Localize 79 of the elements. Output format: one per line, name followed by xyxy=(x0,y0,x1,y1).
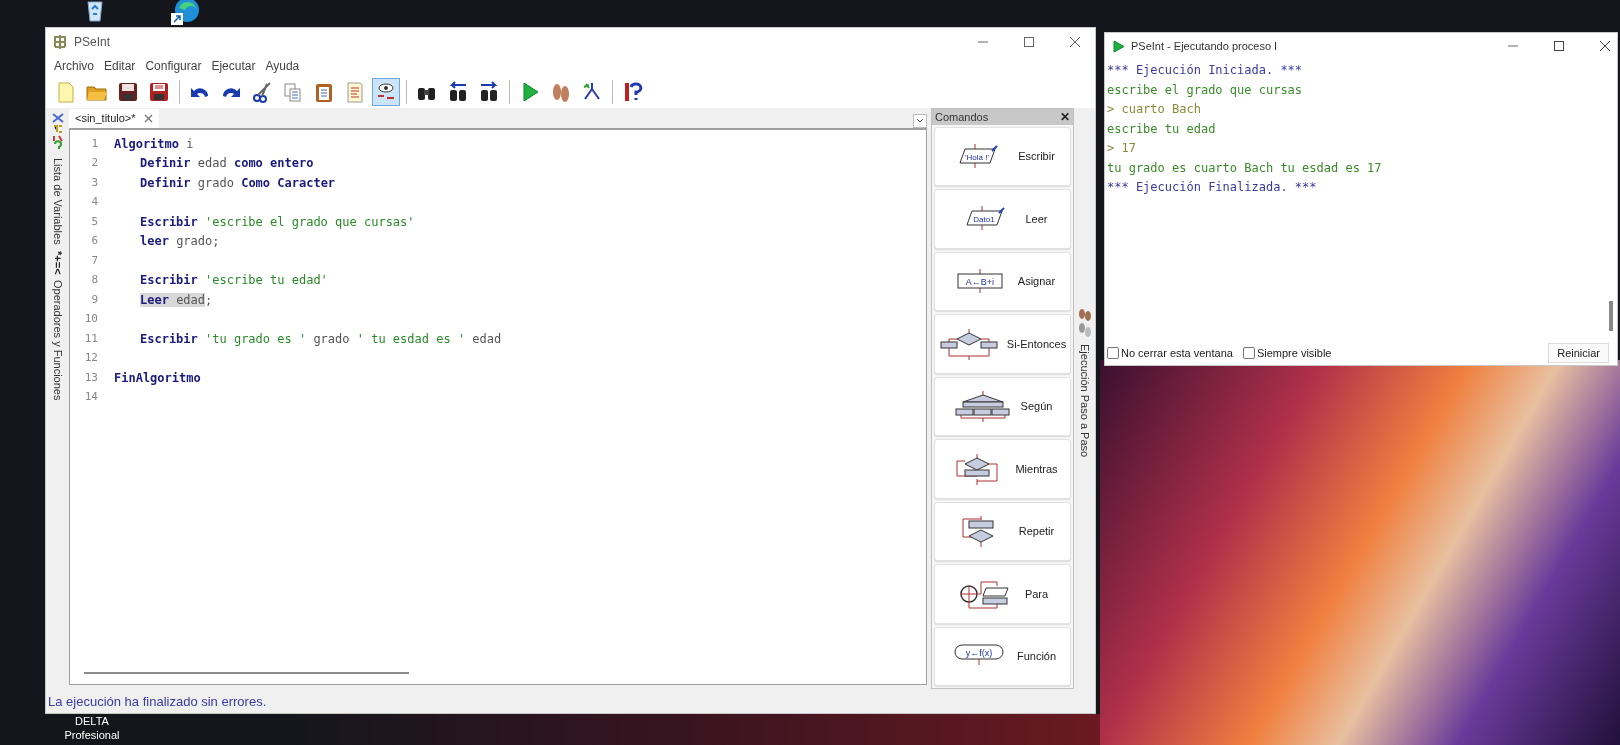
close-icon[interactable] xyxy=(143,114,153,123)
line-number: 4 xyxy=(90,194,98,210)
code-line: Escribir 'tu grado es ' grado ' tu esdad es ' edad xyxy=(139,330,502,348)
scrollbar-thumb[interactable] xyxy=(1609,301,1613,331)
variables-icon[interactable] xyxy=(50,112,65,152)
scrollbar-thumb[interactable] xyxy=(84,672,409,674)
line-number: 14 xyxy=(83,389,98,405)
code-line: FinAlgoritmo xyxy=(114,369,201,387)
status-message: La ejecución ha finalizado sin errores. xyxy=(48,693,267,712)
switch-flowchart-icon xyxy=(952,390,1013,423)
close-icon[interactable] xyxy=(1599,40,1611,52)
browser-icon[interactable] xyxy=(170,0,200,26)
editor-tab[interactable]: <sin_titulo>* xyxy=(69,109,159,128)
line-number: 7 xyxy=(90,252,98,269)
line-number: 3 xyxy=(90,174,98,191)
command-button[interactable]: Si-Entonces xyxy=(934,314,1071,374)
code-line: Definir edad como entero xyxy=(139,155,314,173)
command-button[interactable]: A←B+i Asignar xyxy=(934,251,1071,312)
dropdown-icon[interactable] xyxy=(913,114,927,128)
line-number: 8 xyxy=(90,272,98,288)
menu-item[interactable]: Editar xyxy=(100,57,140,75)
command-button[interactable]: Dato1 Leer xyxy=(934,189,1071,249)
checkbox-label[interactable]: Siempre visible xyxy=(1256,344,1332,362)
maximize-icon[interactable] xyxy=(1023,36,1035,48)
checkbox[interactable] xyxy=(1242,347,1255,359)
code-line: Algoritmo i xyxy=(114,135,194,153)
line-number: 12 xyxy=(83,350,98,366)
command-button[interactable]: Según xyxy=(934,376,1071,437)
command-button[interactable]: Mientras xyxy=(934,439,1071,499)
console-line: *** Ejecución Finalizada. *** xyxy=(1107,179,1318,196)
side-panel-tab[interactable]: Ejecución Paso a Paso xyxy=(1076,344,1093,458)
console-line: tu grado es cuarto Bach tu esdad es 17 xyxy=(1107,159,1383,177)
command-button[interactable]: y←f(x) Función xyxy=(934,626,1071,686)
line-number: 13 xyxy=(83,369,98,386)
menu-item[interactable]: Configurar xyxy=(141,57,206,75)
icon-label: Profesional xyxy=(64,728,120,742)
console-line: *** Ejecución Iniciada. *** xyxy=(1107,62,1304,79)
if-flowchart-icon xyxy=(938,328,999,361)
icon-label: DELTA xyxy=(75,714,109,728)
recycle-bin-icon[interactable] xyxy=(84,0,106,22)
app-icon xyxy=(52,34,68,50)
panel-title: Comandos xyxy=(935,109,989,125)
menu-item[interactable]: Ejecutar xyxy=(207,57,260,75)
line-number: 11 xyxy=(83,330,98,347)
menu-item[interactable]: Archivo xyxy=(50,57,98,75)
code-line: Escribir 'escribe el grado que cursas' xyxy=(139,213,415,231)
console-line: escribe el grado que cursas xyxy=(1107,81,1304,99)
console-line: > cuarto Bach xyxy=(1107,101,1202,118)
code-line: leer grado; xyxy=(139,233,220,251)
window-title: PSeInt - Ejecutando proceso I xyxy=(1131,38,1278,54)
command-button[interactable]: 'Hola !' Escribir xyxy=(934,127,1071,187)
restart-button[interactable]: Reiniciar xyxy=(1548,343,1609,363)
code-line: Definir grado Como Caracter xyxy=(139,174,336,192)
operators-icon[interactable]: *+=< xyxy=(49,250,66,275)
checkbox-label[interactable]: No cerrar esta ventana xyxy=(1121,344,1233,362)
console-line: > 17 xyxy=(1107,140,1137,157)
menu-item[interactable]: Ayuda xyxy=(261,57,304,75)
line-number: 5 xyxy=(90,213,98,230)
footprints-icon[interactable] xyxy=(1077,308,1092,338)
checkbox[interactable] xyxy=(1107,347,1119,359)
close-icon[interactable] xyxy=(1069,36,1081,48)
close-button[interactable]: ✕ xyxy=(1060,111,1070,123)
code-line: Escribir 'escribe tu edad' xyxy=(139,272,328,290)
scissors-icon xyxy=(250,80,274,104)
line-number: 2 xyxy=(90,155,98,171)
maximize-icon[interactable] xyxy=(1553,40,1565,52)
command-button[interactable]: Para xyxy=(934,564,1071,624)
line-number: 1 xyxy=(90,135,98,152)
line-number: 10 xyxy=(83,311,98,327)
command-button[interactable]: Repetir xyxy=(934,501,1071,562)
play-icon xyxy=(1113,39,1125,53)
side-panel-tab[interactable]: Lista de Variables xyxy=(49,158,66,245)
code-line: Leer edad; xyxy=(139,291,213,309)
line-number: 9 xyxy=(90,291,98,308)
line-number: 6 xyxy=(90,233,98,249)
console-line: escribe tu edad xyxy=(1107,120,1217,138)
side-panel-tab[interactable]: Operadores y Funciones xyxy=(49,280,66,401)
window-title: PSeInt xyxy=(74,34,111,51)
toolbar-button[interactable] xyxy=(372,78,400,106)
